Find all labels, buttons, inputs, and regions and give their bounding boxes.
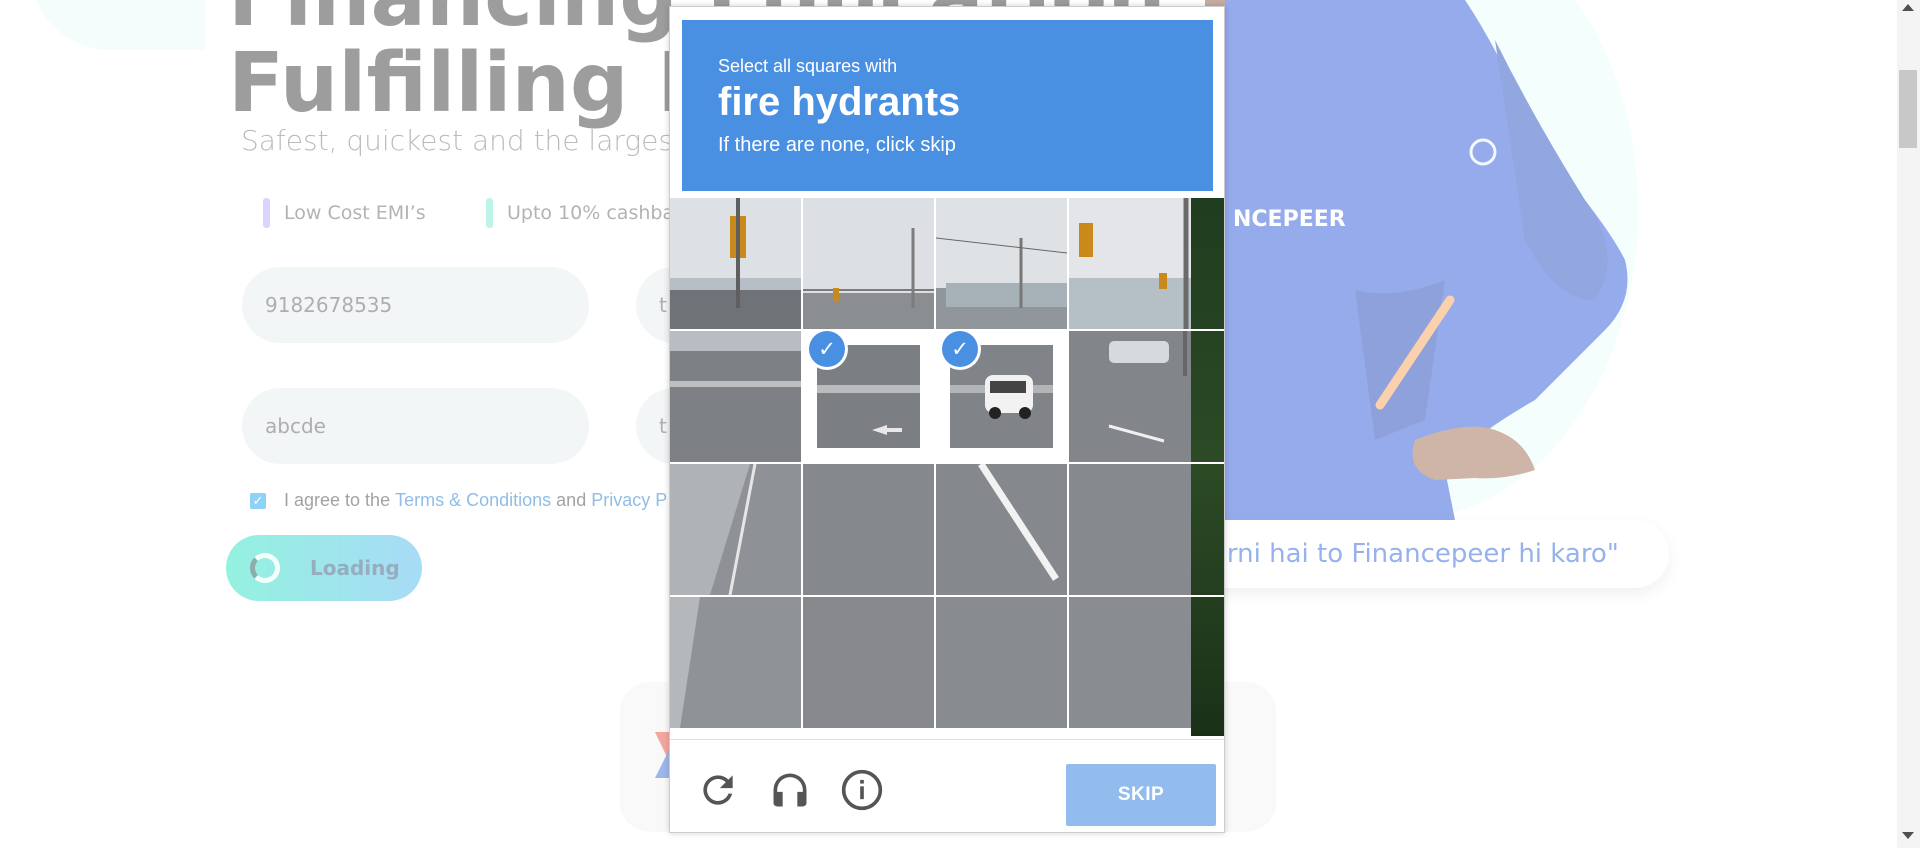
grid-tile-14[interactable]: [936, 597, 1067, 728]
challenge-header: Select all squares with fire hydrants If…: [682, 20, 1213, 191]
scroll-up-arrow-icon[interactable]: [1902, 4, 1914, 11]
scroll-thumb[interactable]: [1899, 70, 1917, 148]
preview-divider: [1191, 595, 1224, 597]
checkmark-icon: ✓: [942, 331, 978, 367]
grid-tile-15[interactable]: [1069, 597, 1200, 728]
preview-divider: [1191, 329, 1224, 331]
grid-tile-4[interactable]: [670, 331, 801, 462]
instruction-line: Select all squares with: [718, 56, 898, 76]
skip-button[interactable]: SKIP: [1066, 764, 1216, 826]
grid-tile-3[interactable]: [1069, 198, 1200, 329]
challenge-footer: SKIP: [670, 739, 1224, 832]
skip-hint: If there are none, click skip: [718, 134, 956, 156]
image-grid: ✓ ✓: [670, 198, 1200, 736]
grid-tile-12[interactable]: [670, 597, 801, 728]
grid-tile-10[interactable]: [936, 464, 1067, 595]
grid-tile-8[interactable]: [670, 464, 801, 595]
grid-tile-5-selected[interactable]: ✓: [803, 331, 934, 462]
target-object: fire hydrants: [718, 80, 961, 124]
scroll-down-arrow-icon[interactable]: [1902, 832, 1914, 839]
grid-tile-13[interactable]: [803, 597, 934, 728]
grid-tile-2[interactable]: [936, 198, 1067, 329]
recaptcha-challenge: Select all squares with fire hydrants If…: [669, 6, 1225, 833]
reload-icon[interactable]: [696, 768, 740, 812]
grid-tile-11[interactable]: [1069, 464, 1200, 595]
grid-tile-6-selected[interactable]: ✓: [936, 331, 1067, 462]
info-icon[interactable]: [840, 768, 884, 812]
grid-tile-0[interactable]: [670, 198, 801, 329]
next-image-preview: [1191, 198, 1224, 736]
grid-tile-7[interactable]: [1069, 331, 1200, 462]
preview-divider: [1191, 462, 1224, 464]
checkmark-icon: ✓: [809, 331, 845, 367]
grid-tile-1[interactable]: [803, 198, 934, 329]
grid-tile-9[interactable]: [803, 464, 934, 595]
audio-headphones-icon[interactable]: [768, 768, 812, 812]
